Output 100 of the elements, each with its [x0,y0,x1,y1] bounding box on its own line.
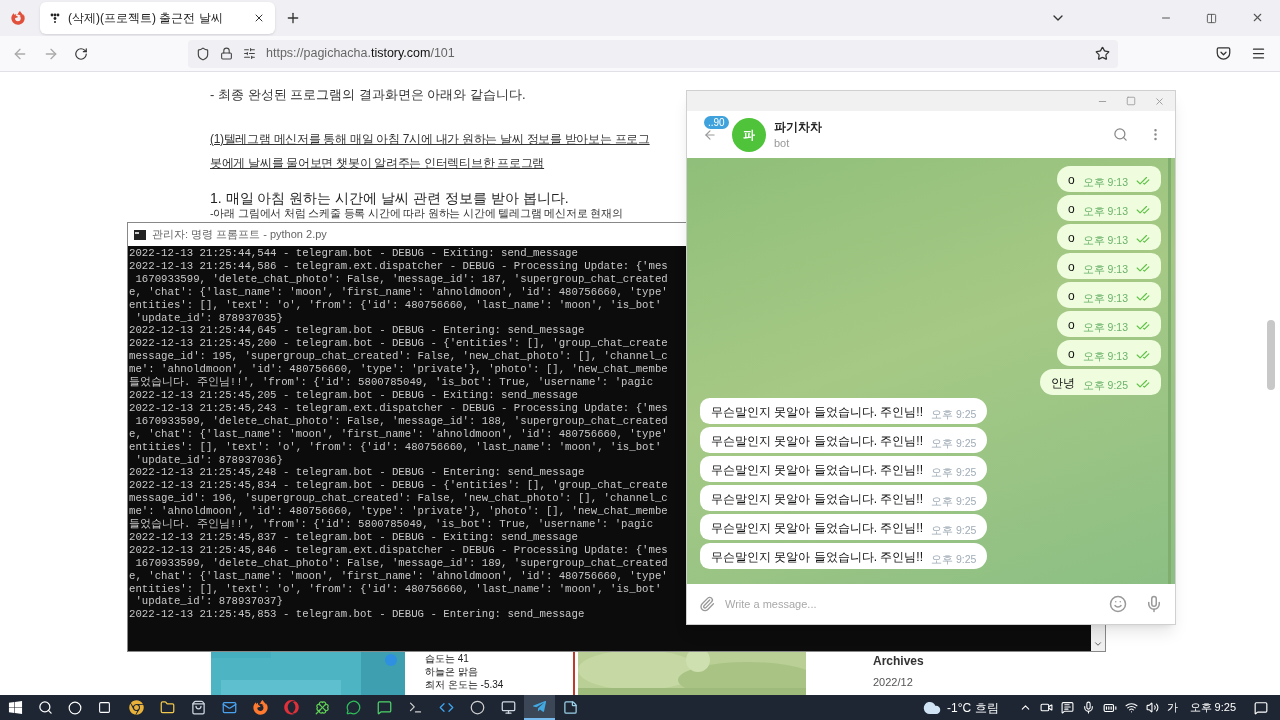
dots-logo-icon [50,13,60,23]
restore-icon[interactable] [1206,13,1217,24]
message-time: 오후 9:25 [931,407,977,421]
url-text: https://pagichacha.tistory.com/101 [266,45,456,63]
close-icon[interactable] [253,12,265,24]
notifications-icon[interactable] [1254,700,1268,715]
message-time: 오후 9:13 [1082,262,1128,276]
input-method-text[interactable]: 가 [1166,699,1178,716]
clock-text[interactable]: 오후 9:25 [1189,699,1236,716]
message-text: o [1067,259,1075,276]
article-link[interactable]: (1)텔레그램 메신저를 통해 매일 아침 7시에 내가 원하는 날씨 정보를 받아보는 프로그 [210,130,650,148]
section-heading: 1. 매일 아침 원하는 시간에 날씨 관련 정보를 받아 봅니다. [210,190,570,207]
message-text: o [1067,346,1075,363]
menu-icon[interactable] [1251,46,1266,61]
message-text: o [1067,317,1075,334]
console-line: 2022-12-13 21:25:44,586 - telegram.ext.dispatcher - DEBUG - Processing Update: {'mes [129,259,669,273]
message-text: 무슨말인지 못알아 들었습니다. 주인님!! [711,520,923,537]
paper-plane-icon [532,699,547,714]
console-line: entities': [], 'text': 'o', 'from': {'id': 480756660, 'last_name': 'moon', 'is_bot' [129,440,663,454]
console-line: 2022-12-13 21:25:45,248 - telegram.bot - DEBUG - Entering: send_message [129,466,586,480]
note-icon [563,700,578,715]
console-line: 1670933599, 'delete_chat_photo': False, 'message_id': 187, 'supergroup_chat_created [134,272,669,286]
message-icon [377,700,392,715]
message-text: 무슨말인지 못알아 들었습니다. 주인님!! [711,549,923,566]
taskbar-button[interactable] [524,695,555,720]
article-link[interactable]: 봇에게 날씨를 물어보면 챗봇이 알려주는 인터렉티브한 프로그램 [210,154,545,172]
console-icon [134,229,146,240]
avatar-letter: 파 [743,126,755,144]
bookmark-star-icon[interactable] [1095,46,1110,61]
ring-icon[interactable] [68,700,82,715]
console-line: 들었습니다. 주인님!!', 'from': {'id': 5800785049, 'is_bot': True, 'username': 'pagic [129,376,655,389]
console-line: me': 'ahnoldmoon', 'id': 480756660, 'type': 'private'}, 'photo': [], 'new_chat_membe [129,363,669,376]
search-icon[interactable] [38,700,53,715]
archive-link[interactable]: 2022/12 [873,675,924,689]
close-icon[interactable] [1251,11,1264,24]
message-text: 안녕 [1050,375,1075,392]
task-view-icon[interactable] [98,701,111,714]
opera-logo-icon [284,700,299,715]
message-icon[interactable] [1060,701,1074,714]
console-line: 2022-12-13 21:25:45,853 - telegram.bot - DEBUG - Entering: send_message [129,608,586,622]
message-time: 오후 9:25 [931,465,977,479]
back-icon[interactable] [703,127,717,142]
weather-text[interactable]: -1°C 흐림 [947,698,999,717]
chat-name: 파기차차 [774,118,822,135]
message-text: 무슨말인지 못알아 들었습니다. 주인님!! [711,433,923,450]
console-line: e, 'chat': {'last_name': 'moon', 'first_name': 'ahnoldmoon', 'id': 480756660, 'type' [129,427,669,441]
message-time: 오후 9:13 [1082,291,1128,305]
shield-icon[interactable] [196,46,210,61]
scroll-down-icon[interactable] [1093,639,1103,649]
message-time: 오후 9:13 [1082,204,1128,218]
clover-icon [315,700,330,715]
pocket-icon[interactable] [1216,46,1231,61]
message-time: 오후 9:25 [931,523,977,537]
message-input[interactable]: Write a message... [725,595,1109,613]
card-line: 하늘은 맑음 [425,665,479,678]
firefox-logo-icon[interactable] [11,11,25,25]
body-text: -아래 그림에서 처럼 스케줄 등록 시간에 따라 원하는 시간에 텔레그램 메신저로 현재의 [210,207,624,220]
console-line: 2022-12-13 21:25:45,243 - telegram.ext.dispatcher - DEBUG - Processing Update: {'mes [129,401,669,415]
emoji-icon[interactable] [1109,595,1127,613]
unread-badge: ..90 [704,116,729,129]
message-time: 오후 9:25 [931,436,977,450]
console-line: 2022-12-13 21:25:45,834 - telegram.bot - DEBUG - {'entities': [], 'group_chat_create [129,479,669,493]
camera-icon[interactable] [1039,701,1053,714]
message-text: o [1067,172,1075,189]
circle-icon [470,700,485,715]
console-line: entities': [], 'text': 'o', 'from': {'id': 480756660, 'last_name': 'moon', 'is_bot' [129,298,663,312]
console-line: 1670933599, 'delete_chat_photo': False, 'message_id': 188, 'supergroup_chat_created [134,414,669,428]
mail-icon [222,700,237,715]
message-text: o [1067,288,1075,305]
sliders-icon[interactable] [243,47,256,60]
message-time: 오후 9:13 [1082,233,1128,247]
window-title: 관리자: 명령 프롬프트 - python 2.py [152,227,327,243]
message-time: 오후 9:25 [1082,378,1128,392]
chat-bubble-icon [346,700,361,715]
card-line: 습도는 41 [425,652,470,665]
volume-icon[interactable] [1145,701,1159,714]
scrollbar-thumb[interactable] [1267,320,1275,390]
console-line: e, 'chat': {'last_name': 'moon', 'first_name': 'ahnoldmoon', 'id': 480756660, 'type' [129,285,669,299]
attach-icon[interactable] [699,596,715,612]
message-text: 무슨말인지 못알아 들었습니다. 주인님!! [711,491,923,508]
microphone-icon[interactable] [1081,701,1095,714]
archives-heading: Archives [873,653,924,670]
console-line: entities': [], 'text': 'o', 'from': {'id': 480756660, 'last_name': 'moon', 'is_bot' [129,582,663,596]
console-line: e, 'chat': {'last_name': 'moon', 'first_name': 'ahnoldmoon', 'id': 480756660, 'type' [129,569,669,583]
wifi-icon[interactable] [1124,701,1138,714]
console-line: 2022-12-13 21:25:44,544 - telegram.bot - DEBUG - Exiting: send_message [129,247,579,260]
console-line: message_id': 195, 'supergroup_chat_created': False, 'new_chat_photo': [], 'channel_c [129,350,669,364]
new-tab-icon[interactable] [285,10,301,26]
message-text: 무슨말인지 못알아 들었습니다. 주인님!! [711,404,923,421]
lock-icon[interactable] [220,47,233,60]
address-field[interactable]: https://pagichacha.tistory.com/101 [188,39,1118,68]
reload-icon[interactable] [74,46,88,61]
browser-tab[interactable]: (삭제)(프로젝트) 출근전 날씨 [40,2,275,34]
card-line: 최저 온도는 -5.34 [425,678,505,691]
console-line: 'update_id': 878937036} [134,453,284,467]
windows-logo-icon[interactable] [8,700,23,715]
console-line: 2022-12-13 21:25:45,846 - telegram.ext.dispatcher - DEBUG - Processing Update: {'mes [129,543,669,557]
console-line: 2022-12-13 21:25:45,205 - telegram.bot - DEBUG - Exiting: send_message [129,388,579,402]
intro-text: - 최종 완성된 프로그램의 결과화면은 아래와 같습니다. [210,86,527,104]
code-icon [439,700,454,715]
